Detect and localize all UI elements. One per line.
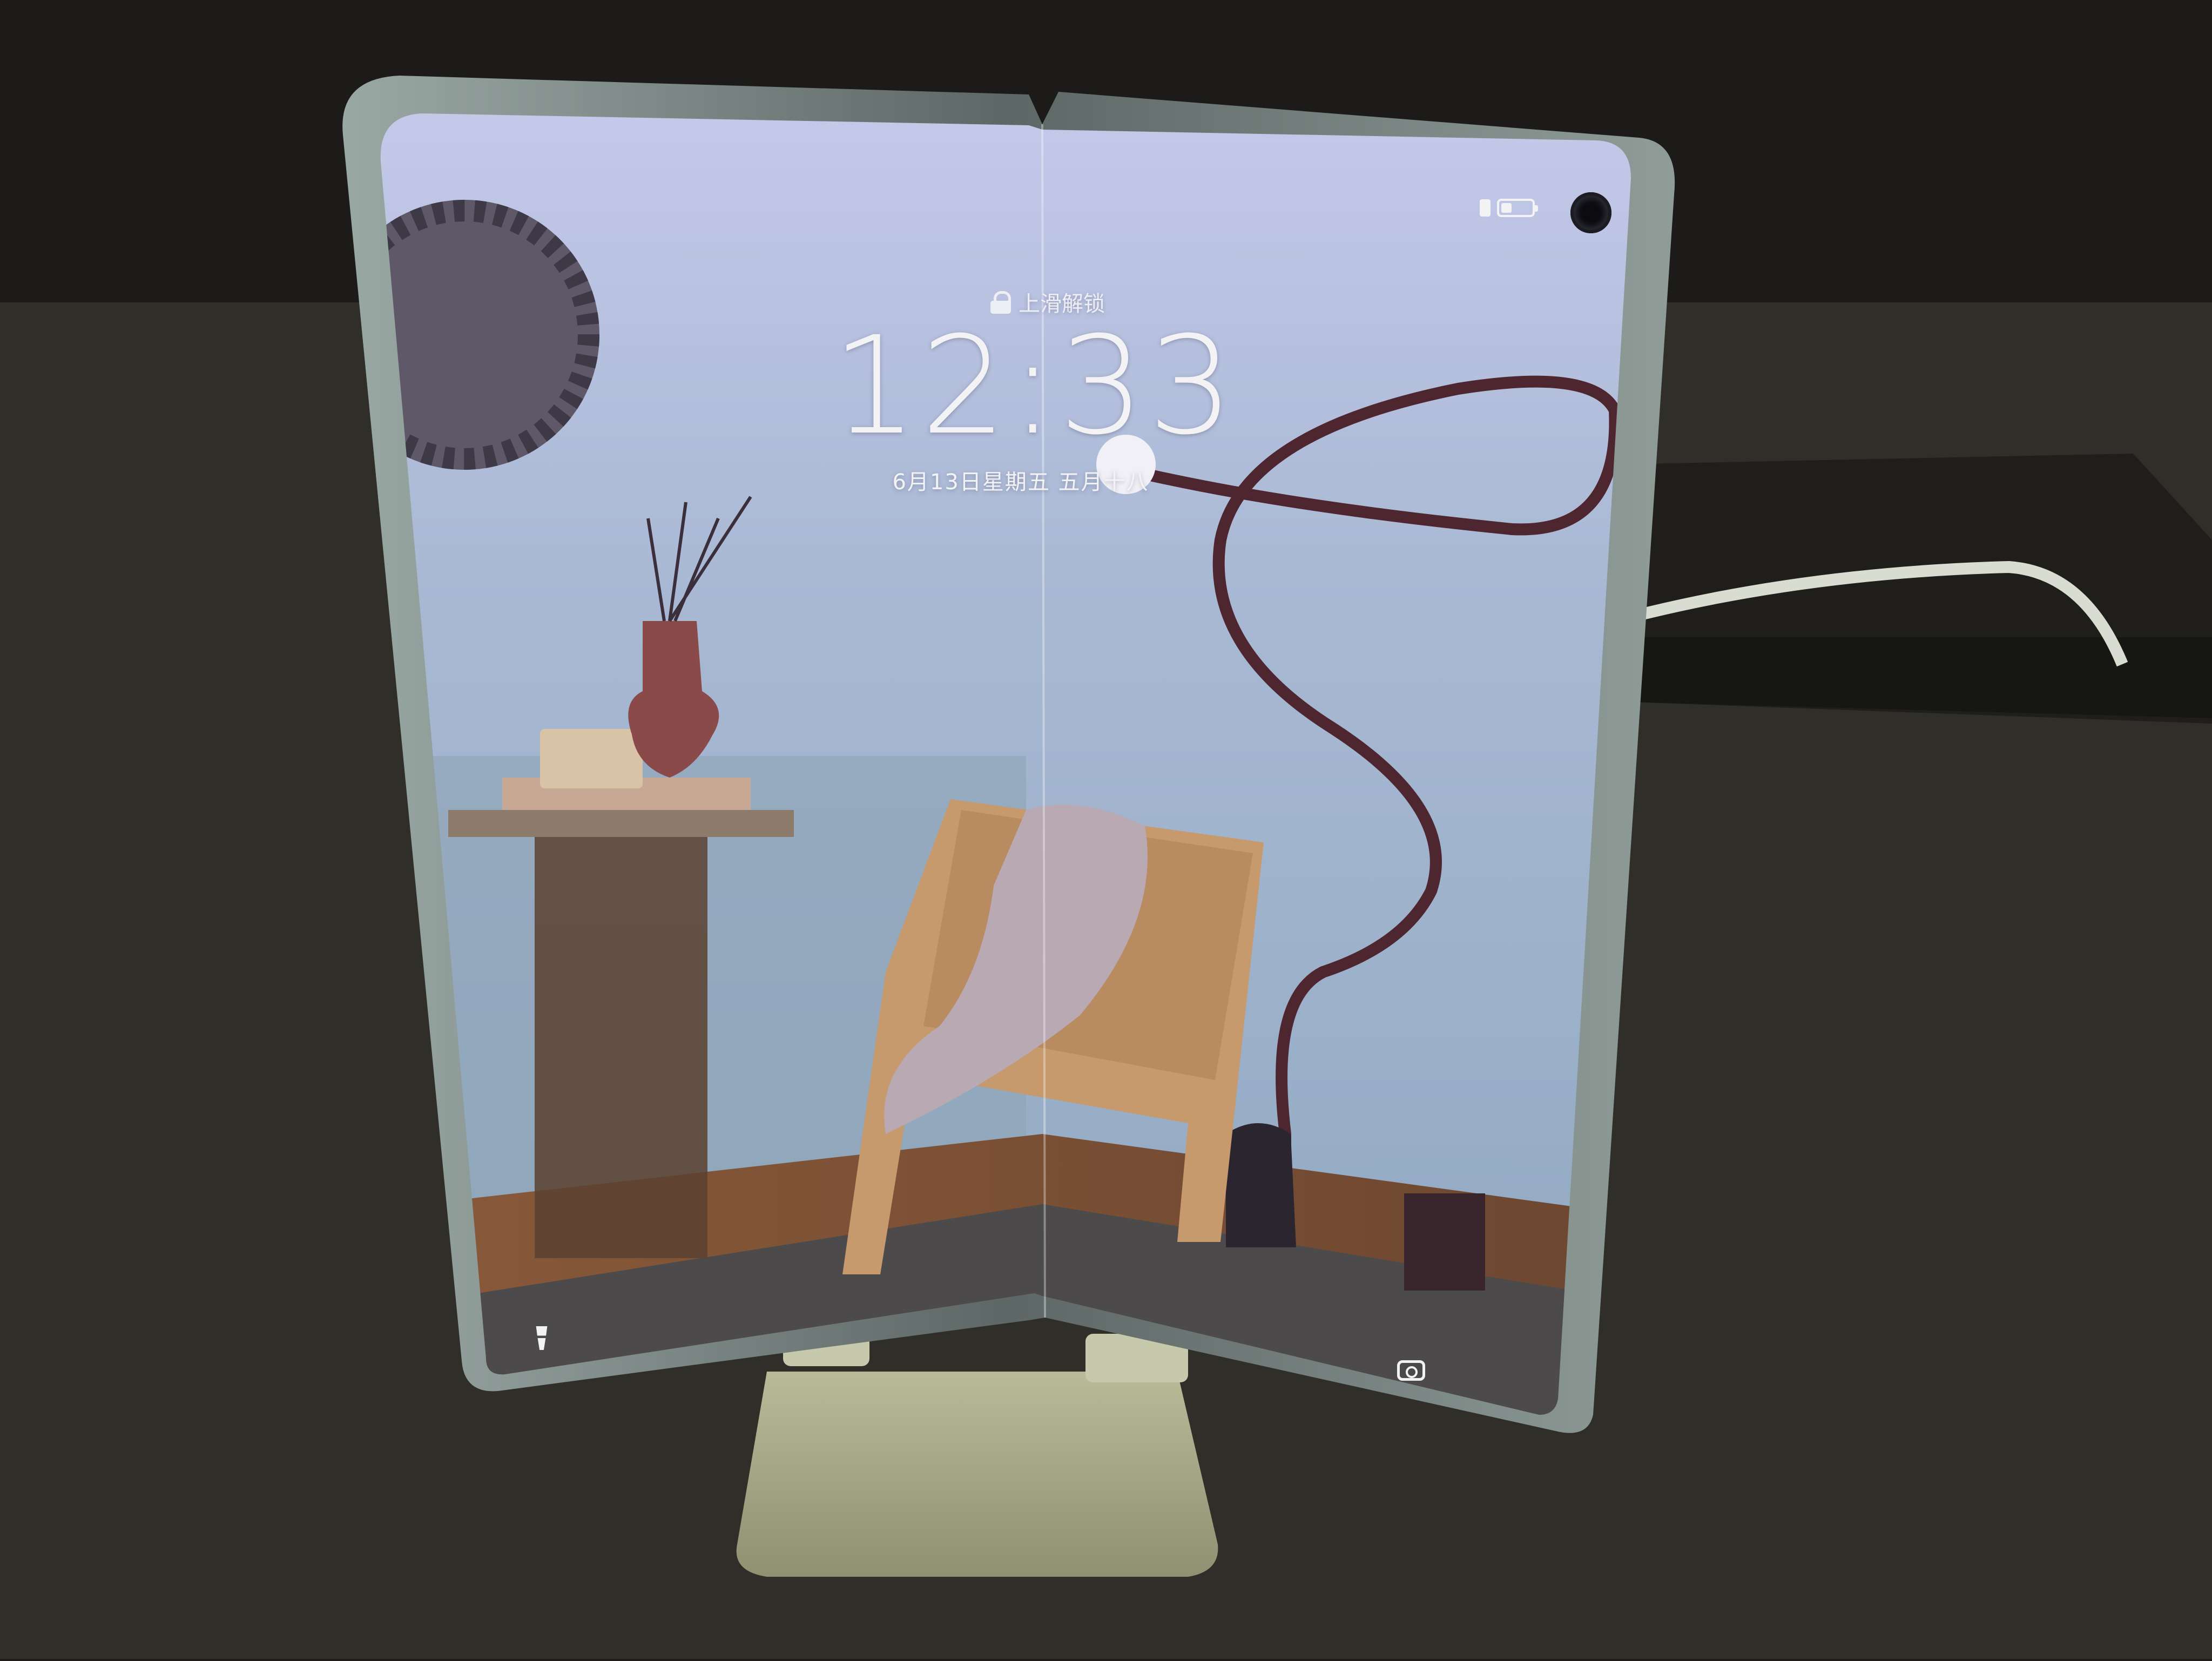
camera-icon[interactable] — [1396, 1355, 1426, 1386]
phone-stand — [736, 1372, 1218, 1577]
scene-svg — [0, 0, 2212, 1659]
flashlight-icon[interactable] — [527, 1323, 557, 1353]
status-bar — [1480, 199, 1538, 217]
battery-icon — [1497, 199, 1538, 217]
front-camera-hole — [1570, 192, 1611, 233]
lockscreen-clock: 12:33 — [832, 307, 1237, 464]
charging-icon — [1480, 199, 1491, 217]
lockscreen-date: 6月13日星期五 五月十八 — [892, 470, 1149, 495]
photo-scene — [0, 0, 2212, 1659]
